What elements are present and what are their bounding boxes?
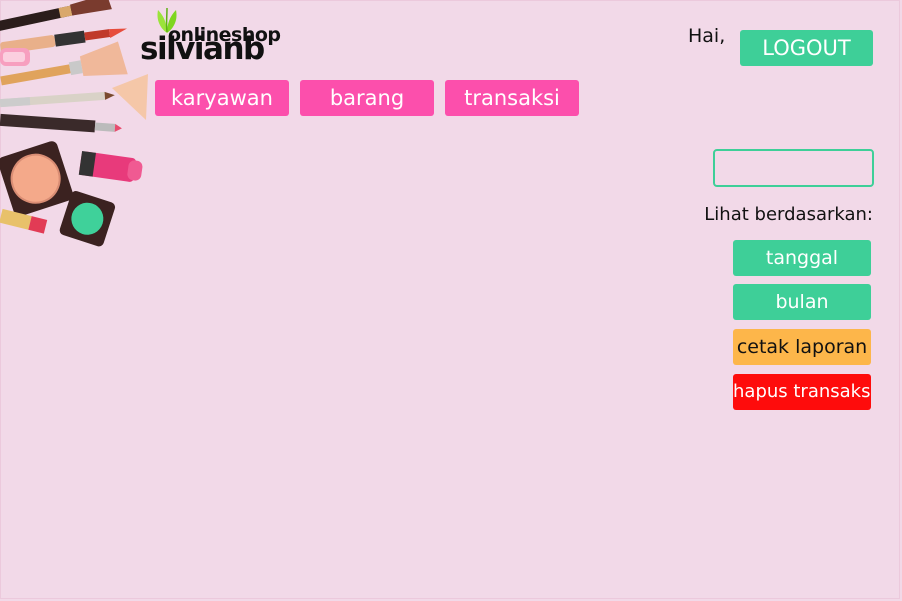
filter-month-button[interactable]: bulan — [733, 284, 871, 320]
delete-transaction-button[interactable]: hapus transaksi — [733, 374, 871, 410]
search-input[interactable] — [713, 149, 874, 187]
logout-button[interactable]: LOGOUT — [740, 30, 873, 66]
filter-date-button[interactable]: tanggal — [733, 240, 871, 276]
greeting-text: Hai, — [688, 25, 726, 47]
nav-barang-button[interactable]: barang — [300, 80, 434, 116]
nav-karyawan-button[interactable]: karyawan — [155, 80, 289, 116]
makeup-illustration — [0, 0, 148, 247]
brand-main-text: silvianb — [140, 31, 265, 67]
nav-transaksi-button[interactable]: transaksi — [445, 80, 579, 116]
print-report-button[interactable]: cetak laporan — [733, 329, 871, 365]
brand-logo: onlineshop silvianb — [140, 6, 281, 68]
filter-title: Lihat berdasarkan: — [704, 204, 873, 225]
